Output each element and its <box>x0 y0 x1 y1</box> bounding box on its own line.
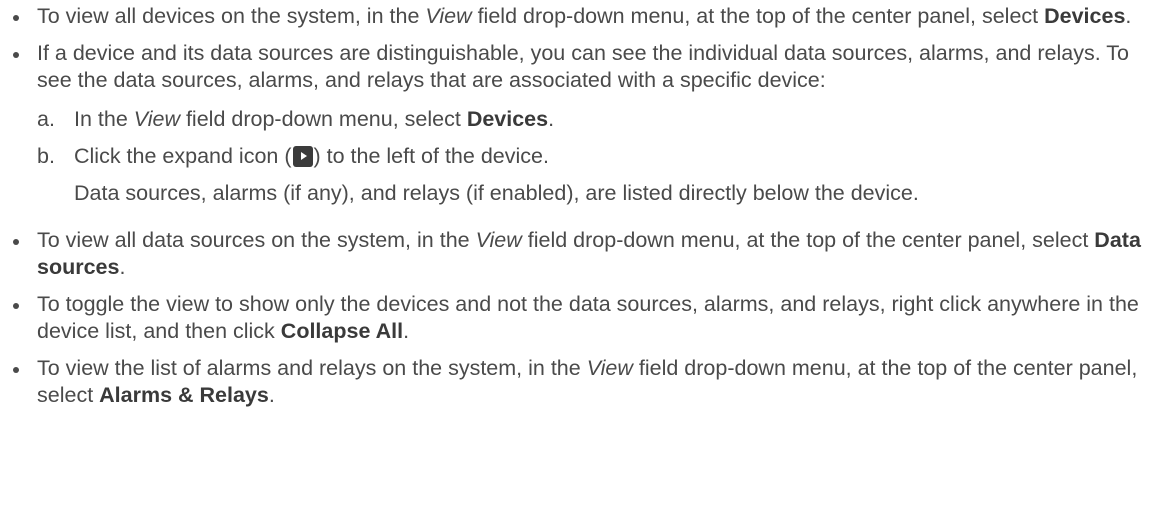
step-a: a. In the View field drop-down menu, sele… <box>37 106 1167 133</box>
field-name-view: View <box>586 356 633 380</box>
bullet-text: field drop-down menu, at the top of the … <box>521 228 1095 252</box>
bullet-device-sources: If a device and its data sources are dis… <box>0 40 1175 207</box>
document-page: To view all devices on the system, in th… <box>0 3 1175 511</box>
step-text: In the <box>74 107 134 131</box>
bullet-text: To toggle the view to show only the devi… <box>37 292 1139 343</box>
bullet-text: To view all data sources on the system, … <box>37 228 476 252</box>
menu-option-alarms-relays: Alarms & Relays <box>99 383 269 407</box>
bullet-text: . <box>119 255 126 279</box>
menu-option-devices: Devices <box>1044 4 1126 28</box>
bullet-text: To view all devices on the system, in th… <box>37 4 426 28</box>
bullet-list: To view all devices on the system, in th… <box>0 3 1175 409</box>
bullet-collapse-all: To toggle the view to show only the devi… <box>0 291 1175 345</box>
bullet-text: To view the list of alarms and relays on… <box>37 356 587 380</box>
step-text: ) to the left of the device. <box>313 144 549 168</box>
bullet-view-data-sources: To view all data sources on the system, … <box>0 227 1175 281</box>
menu-option-devices: Devices <box>466 107 549 131</box>
bullet-text: . <box>1125 4 1132 28</box>
step-text: . <box>548 107 555 131</box>
menu-option-collapse-all: Collapse All <box>280 319 404 343</box>
step-marker: a. <box>37 107 55 131</box>
bullet-text: . <box>403 319 410 343</box>
step-result-note: Data sources, alarms (if any), and relay… <box>74 181 919 205</box>
step-marker: b. <box>37 144 55 168</box>
step-b: b. Click the expand icon ( ) to the left o… <box>37 143 1167 207</box>
bullet-text: . <box>268 383 275 407</box>
step-text: Click the expand icon ( <box>74 144 292 168</box>
bullet-text: field drop-down menu, at the top of the … <box>471 4 1045 28</box>
field-name-view: View <box>475 228 522 252</box>
field-name-view: View <box>133 107 180 131</box>
field-name-view: View <box>425 4 472 28</box>
bullet-view-devices: To view all devices on the system, in th… <box>0 3 1175 30</box>
step-text: field drop-down menu, select <box>179 107 467 131</box>
bullet-alarms-relays: To view the list of alarms and relays on… <box>0 355 1175 409</box>
bullet-text: If a device and its data sources are dis… <box>37 41 1129 92</box>
expand-icon <box>292 146 313 167</box>
step-list: a. In the View field drop-down menu, sele… <box>37 106 1167 207</box>
